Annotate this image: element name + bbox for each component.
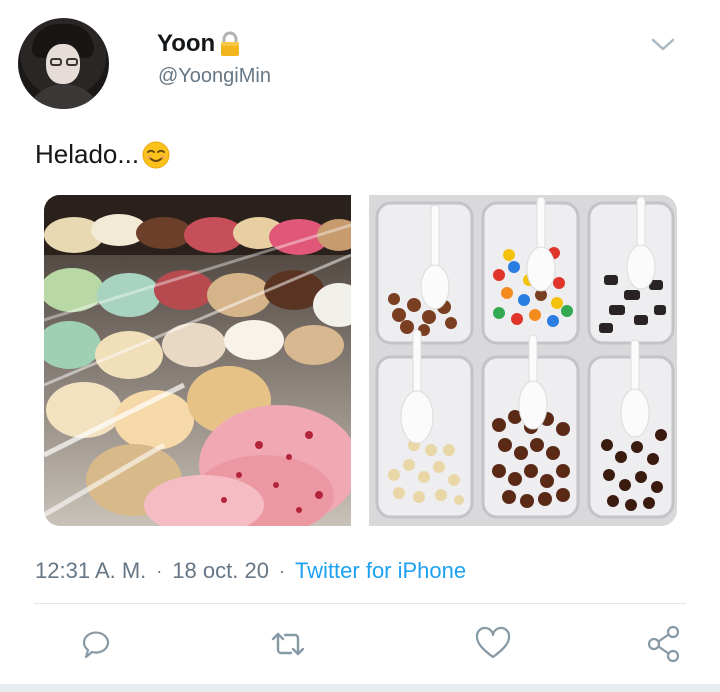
heart-icon (475, 626, 511, 659)
bottom-separator (0, 684, 720, 692)
toppings-bins-photo[interactable] (369, 195, 677, 526)
display-name[interactable]: Yoon (157, 30, 241, 58)
like-button[interactable] (473, 622, 513, 666)
tweet-body: Helado... (35, 139, 140, 169)
reply-button[interactable] (76, 622, 116, 666)
retweet-icon (271, 632, 305, 656)
comment-icon (82, 631, 110, 659)
share-button[interactable] (644, 622, 684, 666)
meta-separator: · (278, 560, 285, 581)
share-icon (647, 625, 680, 663)
tweet-time[interactable]: 12:31 A. M. (35, 558, 146, 584)
tweet-source-link[interactable]: Twitter for iPhone (295, 558, 466, 584)
retweet-button[interactable] (268, 622, 308, 666)
user-handle[interactable]: @YoongiMin (158, 65, 271, 88)
tweet-text: Helado... (35, 139, 171, 170)
divider (34, 603, 686, 604)
tweet-date[interactable]: 18 oct. 20 (172, 558, 269, 584)
chevron-down-icon[interactable] (650, 36, 676, 54)
display-name-text: Yoon (157, 30, 216, 57)
lock-icon (219, 31, 241, 57)
tweet-actions (0, 622, 720, 668)
tweet-media (44, 195, 677, 526)
ice-cream-gelato-display-photo[interactable] (44, 195, 351, 526)
tweet-meta: 12:31 A. M. · 18 oct. 20 · Twitter for i… (35, 558, 466, 584)
meta-separator: · (156, 560, 163, 581)
avatar[interactable] (18, 18, 109, 109)
relieved-face-emoji (141, 140, 171, 170)
